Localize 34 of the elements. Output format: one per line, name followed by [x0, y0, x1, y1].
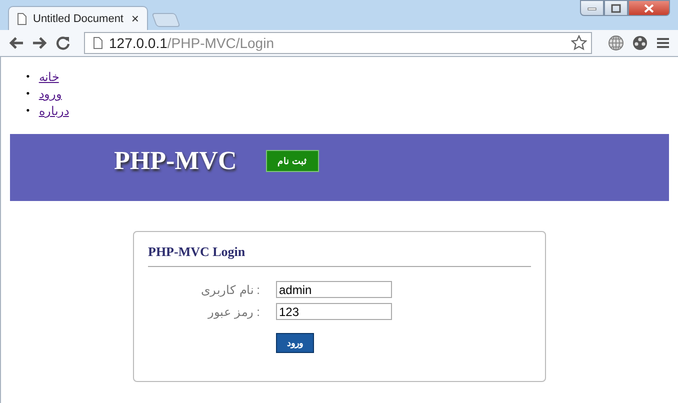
browser-tab[interactable]: Untitled Document × — [8, 6, 148, 30]
url-text: 127.0.0.1/PHP-MVC/Login — [109, 35, 275, 51]
field-label: رمز عبور : — [206, 304, 260, 318]
minimize-icon — [587, 5, 597, 11]
star-icon[interactable] — [571, 35, 587, 51]
nav-link[interactable]: درباره — [38, 103, 69, 120]
forward-icon[interactable] — [32, 36, 48, 50]
menu-icon[interactable] — [656, 37, 670, 49]
bullet: • — [26, 70, 30, 85]
page-icon — [17, 12, 27, 24]
reload-icon[interactable] — [56, 36, 70, 50]
tab-title: Untitled Document — [33, 12, 124, 24]
film-reel-icon[interactable] — [632, 35, 648, 51]
minimize-button[interactable] — [580, 0, 604, 16]
close-window-button[interactable] — [628, 0, 670, 16]
register-button[interactable]: ثبت نام — [266, 150, 319, 172]
back-icon[interactable] — [8, 36, 24, 50]
close-tab-button[interactable]: × — [131, 11, 139, 26]
login-button[interactable]: ورود — [276, 333, 314, 353]
login-title: PHP-MVC Login — [148, 244, 246, 260]
site-title: PHP-MVC — [114, 146, 237, 176]
close-icon — [644, 4, 654, 12]
maximize-icon — [611, 4, 621, 12]
maximize-button[interactable] — [604, 0, 628, 16]
input-field[interactable]: 123 — [276, 303, 392, 320]
field-label: نام کاربری : — [200, 282, 260, 296]
nav-link[interactable]: خانه — [38, 69, 59, 86]
address-bar[interactable]: 127.0.0.1/PHP-MVC/Login — [84, 32, 592, 54]
bullet: • — [26, 104, 30, 119]
bullet: • — [26, 87, 30, 102]
page-icon — [93, 37, 103, 49]
input-field[interactable]: admin — [276, 281, 392, 298]
nav-link[interactable]: ورود — [38, 86, 62, 103]
globe-icon[interactable] — [608, 35, 624, 51]
